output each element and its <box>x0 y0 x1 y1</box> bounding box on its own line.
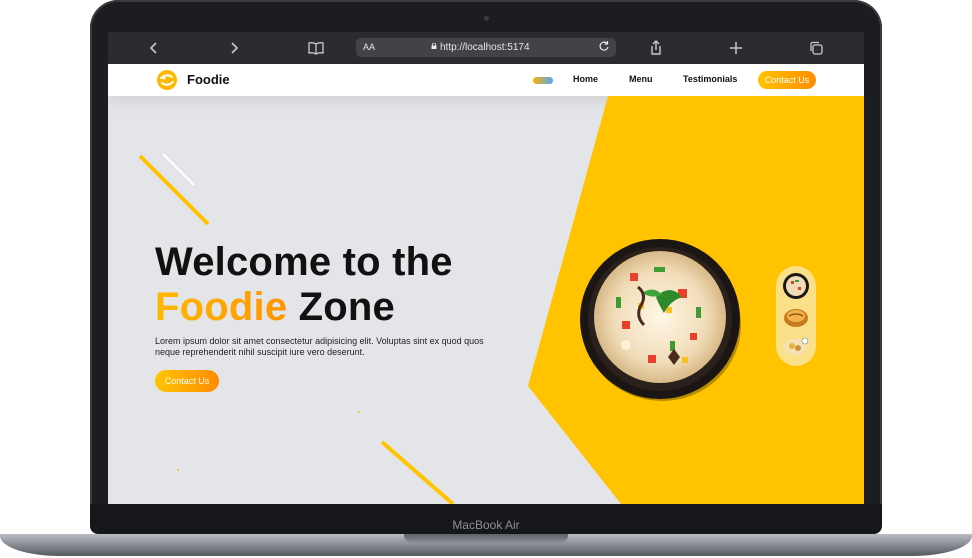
logo-text[interactable]: Foodie <box>187 72 230 87</box>
theme-toggle[interactable] <box>533 77 553 84</box>
url-text: http://localhost:5174 <box>440 42 530 53</box>
nav-link-testimonials[interactable]: Testimonials <box>683 74 737 84</box>
browser-toolbar: AA http://localhost:5174 <box>108 32 864 64</box>
foodie-logo-icon[interactable] <box>156 69 178 91</box>
reload-icon[interactable] <box>598 40 610 55</box>
back-icon[interactable] <box>144 38 164 58</box>
tabs-icon[interactable] <box>806 38 826 58</box>
lock-icon <box>431 43 437 49</box>
dish-thumbnail-rail <box>776 266 816 366</box>
biryani-bowl-thumb[interactable] <box>782 272 810 300</box>
hero-headline: Welcome to the Foodie Zone <box>155 240 453 330</box>
hero-section: Welcome to the Foodie Zone Lorem ipsum d… <box>108 96 864 504</box>
noodle-plate-thumb[interactable] <box>782 302 810 330</box>
reader-icon[interactable] <box>306 38 326 58</box>
device-model-label: MacBook Air <box>452 518 520 532</box>
new-tab-icon[interactable] <box>726 38 746 58</box>
nav-contact-button[interactable]: Contact Us <box>758 71 816 89</box>
camera-dot <box>484 16 489 21</box>
screen: AA http://localhost:5174 Foodie Home Men… <box>108 32 864 504</box>
headline-line-2: Foodie Zone <box>155 285 453 330</box>
salad-plate-thumb[interactable] <box>782 332 810 360</box>
address-bar[interactable]: AA http://localhost:5174 <box>356 38 616 57</box>
nav-link-menu[interactable]: Menu <box>629 74 653 84</box>
biryani-dish-image <box>580 239 741 401</box>
headline-rest: Zone <box>298 285 395 329</box>
forward-icon[interactable] <box>224 38 244 58</box>
text-size-button[interactable]: AA <box>363 42 375 52</box>
headline-accent: Foodie <box>155 285 288 329</box>
hero-description: Lorem ipsum dolor sit amet consectetur a… <box>155 336 484 357</box>
laptop-notch <box>404 534 568 543</box>
nav-link-home[interactable]: Home <box>573 74 598 84</box>
headline-line-1: Welcome to the <box>155 240 453 284</box>
share-icon[interactable] <box>646 38 666 58</box>
site-navbar: Foodie Home Menu Testimonials Contact Us <box>108 64 864 96</box>
hero-contact-button[interactable]: Contact Us <box>155 370 219 392</box>
